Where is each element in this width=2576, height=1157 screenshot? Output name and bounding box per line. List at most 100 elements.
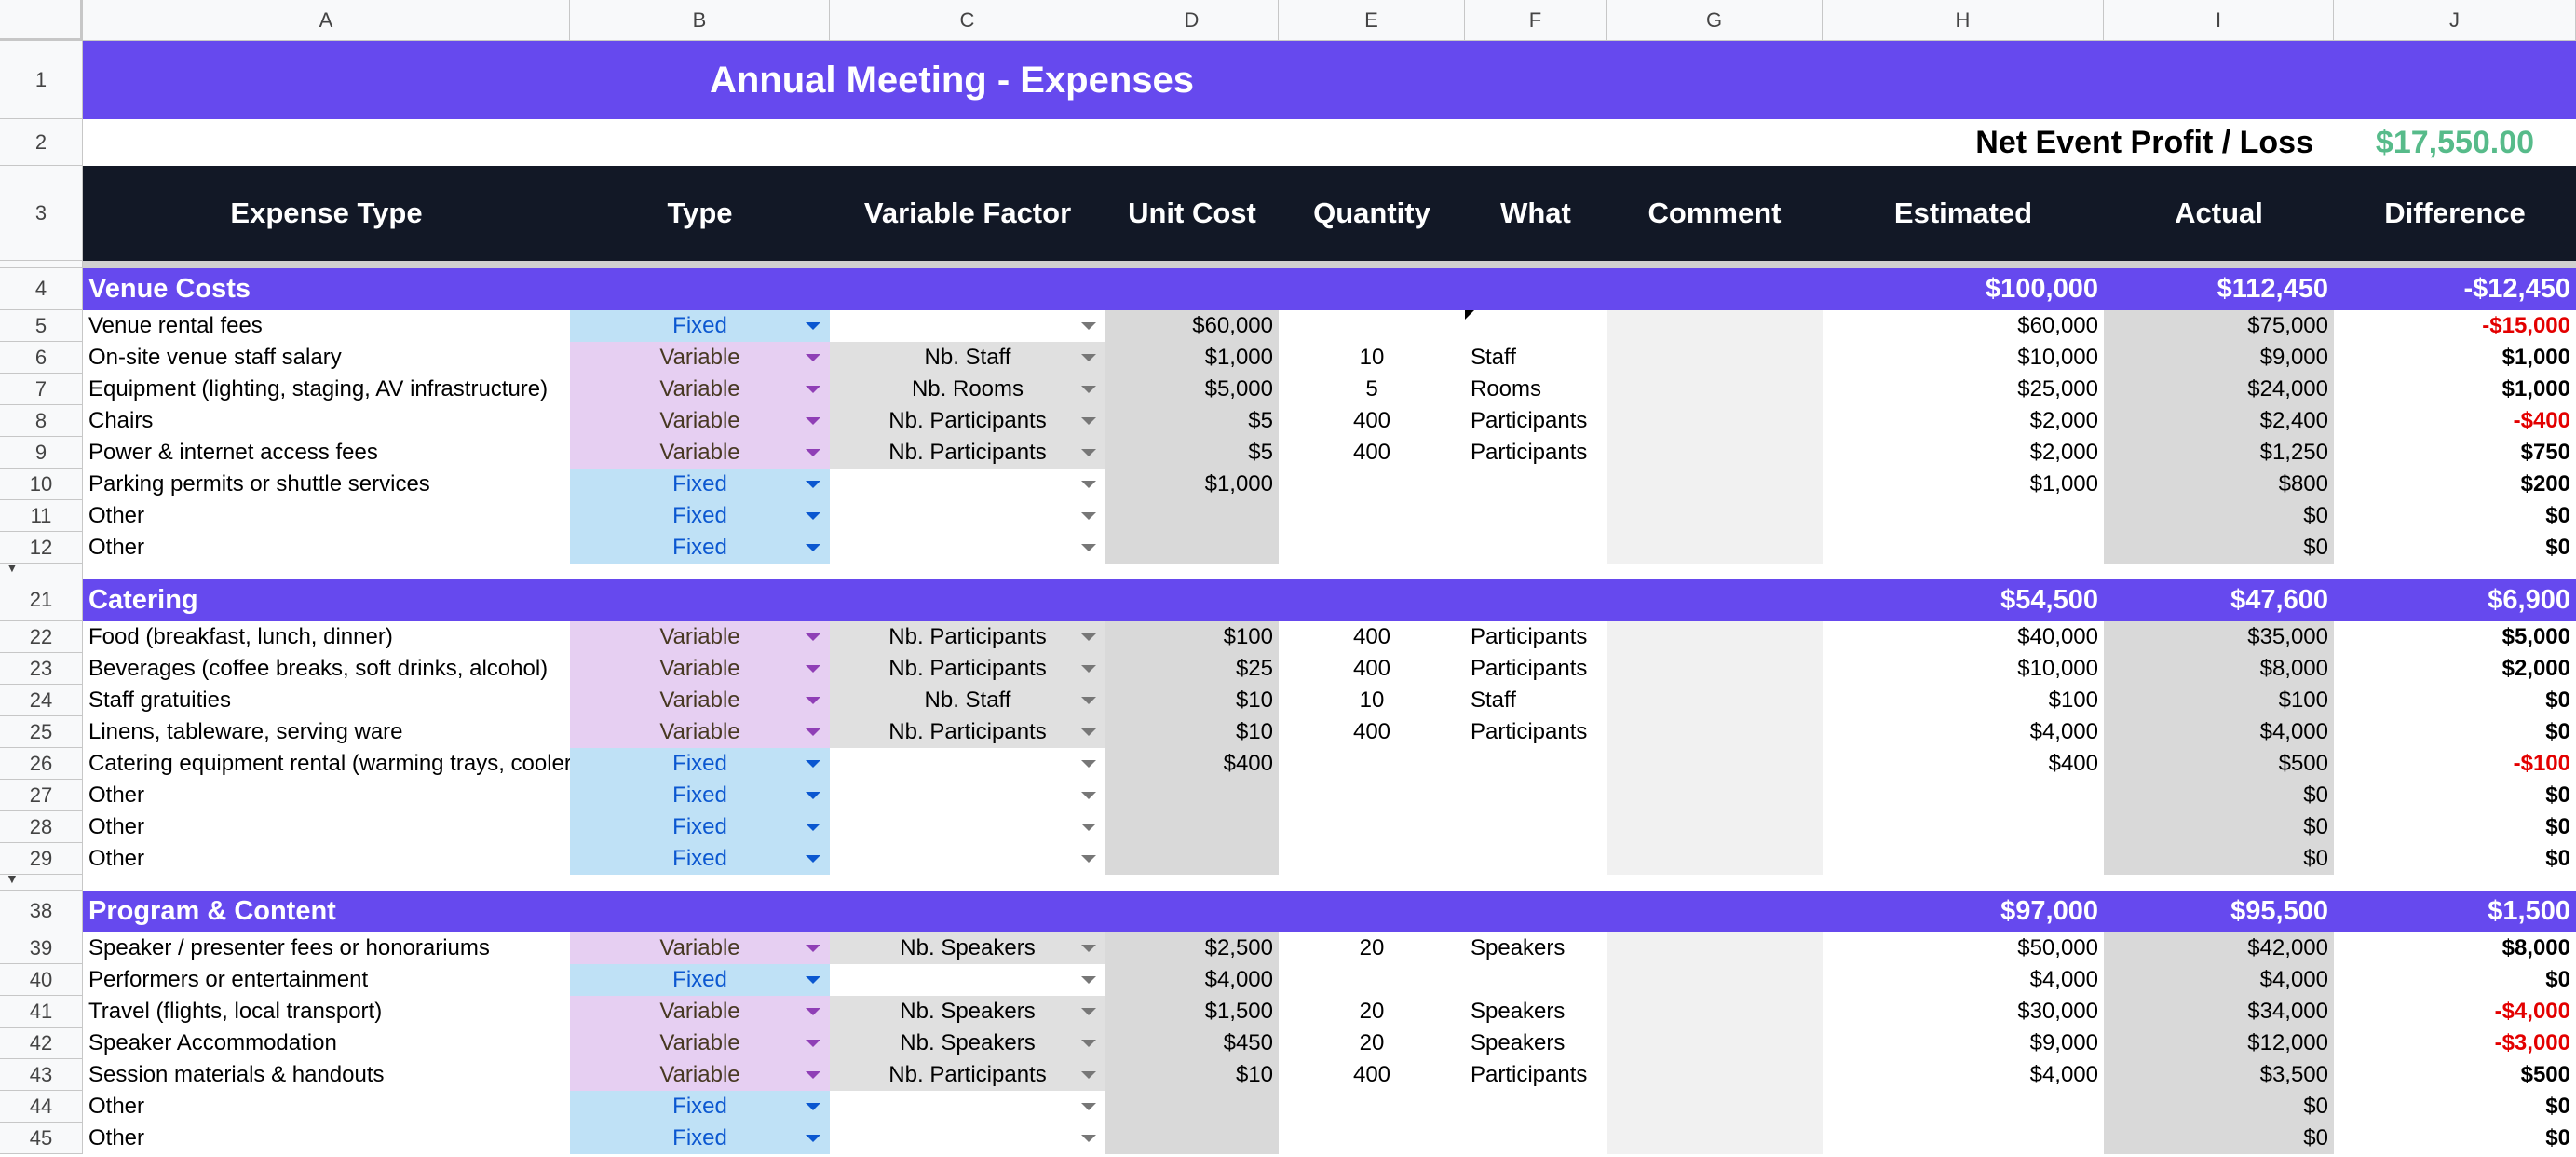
variable-factor-dropdown[interactable]: Nb. Speakers	[830, 932, 1105, 964]
variable-factor-dropdown[interactable]: Nb. Rooms	[830, 374, 1105, 405]
variable-factor-dropdown[interactable]	[830, 780, 1105, 811]
expense-name-cell[interactable]: Performers or entertainment	[83, 964, 570, 996]
expense-name-cell[interactable]: Other	[83, 500, 570, 532]
row-header[interactable]: 12	[0, 532, 83, 564]
expense-name-cell[interactable]: Travel (flights, local transport)	[83, 996, 570, 1028]
what-cell[interactable]: Staff	[1465, 342, 1607, 374]
row-header[interactable]: 41	[0, 996, 83, 1028]
quantity-cell[interactable]: 10	[1279, 685, 1465, 716]
column-header-g[interactable]: G	[1607, 0, 1823, 41]
chevron-down-icon[interactable]	[806, 697, 820, 704]
estimated-cell[interactable]: $100	[1823, 685, 2104, 716]
variable-factor-dropdown[interactable]: Nb. Staff	[830, 685, 1105, 716]
unit-cost-cell[interactable]	[1105, 1123, 1279, 1154]
actual-cell[interactable]: $0	[2104, 532, 2334, 564]
what-cell[interactable]	[1465, 843, 1607, 875]
difference-cell[interactable]: $0	[2334, 685, 2576, 716]
what-cell[interactable]: Staff	[1465, 685, 1607, 716]
estimated-cell[interactable]	[1823, 811, 2104, 843]
comment-cell[interactable]	[1607, 716, 1823, 748]
row-header[interactable]: 44	[0, 1091, 83, 1123]
variable-factor-dropdown[interactable]	[830, 811, 1105, 843]
chevron-down-icon[interactable]	[806, 855, 820, 863]
column-header-b[interactable]: B	[570, 0, 830, 41]
expense-name-cell[interactable]: Other	[83, 811, 570, 843]
type-dropdown[interactable]: Fixed	[570, 1091, 830, 1123]
estimated-cell[interactable]: $4,000	[1823, 964, 2104, 996]
row-header[interactable]: 11	[0, 500, 83, 532]
comment-cell[interactable]	[1607, 1028, 1823, 1059]
quantity-cell[interactable]	[1279, 811, 1465, 843]
chevron-down-icon[interactable]	[1081, 760, 1096, 768]
column-header-h[interactable]: H	[1823, 0, 2104, 41]
collapse-down-icon[interactable]: ▼	[6, 560, 19, 575]
unit-cost-cell[interactable]: $5	[1105, 437, 1279, 469]
unit-cost-cell[interactable]: $5,000	[1105, 374, 1279, 405]
what-cell[interactable]	[1465, 1091, 1607, 1123]
difference-cell[interactable]: $0	[2334, 964, 2576, 996]
actual-cell[interactable]: $42,000	[2104, 932, 2334, 964]
section-actual[interactable]: $95,500	[2104, 891, 2334, 932]
variable-factor-dropdown[interactable]: Nb. Speakers	[830, 996, 1105, 1028]
variable-factor-dropdown[interactable]	[830, 532, 1105, 564]
chevron-down-icon[interactable]	[806, 544, 820, 551]
variable-factor-dropdown[interactable]: Nb. Staff	[830, 342, 1105, 374]
header-what[interactable]: What	[1465, 166, 1607, 261]
row-header[interactable]: 7	[0, 374, 83, 405]
expense-name-cell[interactable]: Other	[83, 532, 570, 564]
column-header-d[interactable]: D	[1105, 0, 1279, 41]
unit-cost-cell[interactable]: $400	[1105, 748, 1279, 780]
what-cell[interactable]: Speakers	[1465, 1028, 1607, 1059]
estimated-cell[interactable]: $4,000	[1823, 716, 2104, 748]
row-header[interactable]: ▼	[0, 560, 83, 579]
unit-cost-cell[interactable]	[1105, 811, 1279, 843]
what-cell[interactable]: Speakers	[1465, 932, 1607, 964]
variable-factor-dropdown[interactable]	[830, 1123, 1105, 1154]
chevron-down-icon[interactable]	[806, 665, 820, 673]
row-header[interactable]: 40	[0, 964, 83, 996]
chevron-down-icon[interactable]	[806, 1008, 820, 1015]
header-quantity[interactable]: Quantity	[1279, 166, 1465, 261]
comment-cell[interactable]	[1607, 996, 1823, 1028]
section-estimated[interactable]: $97,000	[1823, 891, 2104, 932]
what-cell[interactable]	[1465, 469, 1607, 500]
what-cell[interactable]	[1465, 964, 1607, 996]
estimated-cell[interactable]	[1823, 532, 2104, 564]
quantity-cell[interactable]	[1279, 500, 1465, 532]
difference-cell[interactable]: $2,000	[2334, 653, 2576, 685]
comment-cell[interactable]	[1607, 310, 1823, 342]
chevron-down-icon[interactable]	[1081, 665, 1096, 673]
difference-cell[interactable]: -$100	[2334, 748, 2576, 780]
variable-factor-dropdown[interactable]: Nb. Participants	[830, 437, 1105, 469]
chevron-down-icon[interactable]	[806, 449, 820, 456]
type-dropdown[interactable]: Fixed	[570, 811, 830, 843]
row-header[interactable]: 39	[0, 932, 83, 964]
what-cell[interactable]	[1465, 811, 1607, 843]
type-dropdown[interactable]: Variable	[570, 932, 830, 964]
row-header[interactable]: 29	[0, 843, 83, 875]
difference-cell[interactable]: $0	[2334, 1091, 2576, 1123]
comment-cell[interactable]	[1607, 405, 1823, 437]
difference-cell[interactable]: -$3,000	[2334, 1028, 2576, 1059]
chevron-down-icon[interactable]	[806, 322, 820, 330]
row-header[interactable]: 1	[0, 41, 83, 119]
expense-name-cell[interactable]: On-site venue staff salary	[83, 342, 570, 374]
variable-factor-dropdown[interactable]: Nb. Participants	[830, 621, 1105, 653]
variable-factor-dropdown[interactable]	[830, 748, 1105, 780]
difference-cell[interactable]: -$4,000	[2334, 996, 2576, 1028]
actual-cell[interactable]: $8,000	[2104, 653, 2334, 685]
row-header[interactable]: 23	[0, 653, 83, 685]
type-dropdown[interactable]: Variable	[570, 996, 830, 1028]
type-dropdown[interactable]: Fixed	[570, 843, 830, 875]
estimated-cell[interactable]: $9,000	[1823, 1028, 2104, 1059]
quantity-cell[interactable]	[1279, 964, 1465, 996]
row-header[interactable]: 9	[0, 437, 83, 469]
chevron-down-icon[interactable]	[806, 1040, 820, 1047]
type-dropdown[interactable]: Variable	[570, 1059, 830, 1091]
chevron-down-icon[interactable]	[1081, 322, 1096, 330]
quantity-cell[interactable]	[1279, 469, 1465, 500]
row-header[interactable]: 21	[0, 579, 83, 621]
row-header[interactable]: 4	[0, 268, 83, 310]
actual-cell[interactable]: $0	[2104, 780, 2334, 811]
quantity-cell[interactable]: 20	[1279, 932, 1465, 964]
